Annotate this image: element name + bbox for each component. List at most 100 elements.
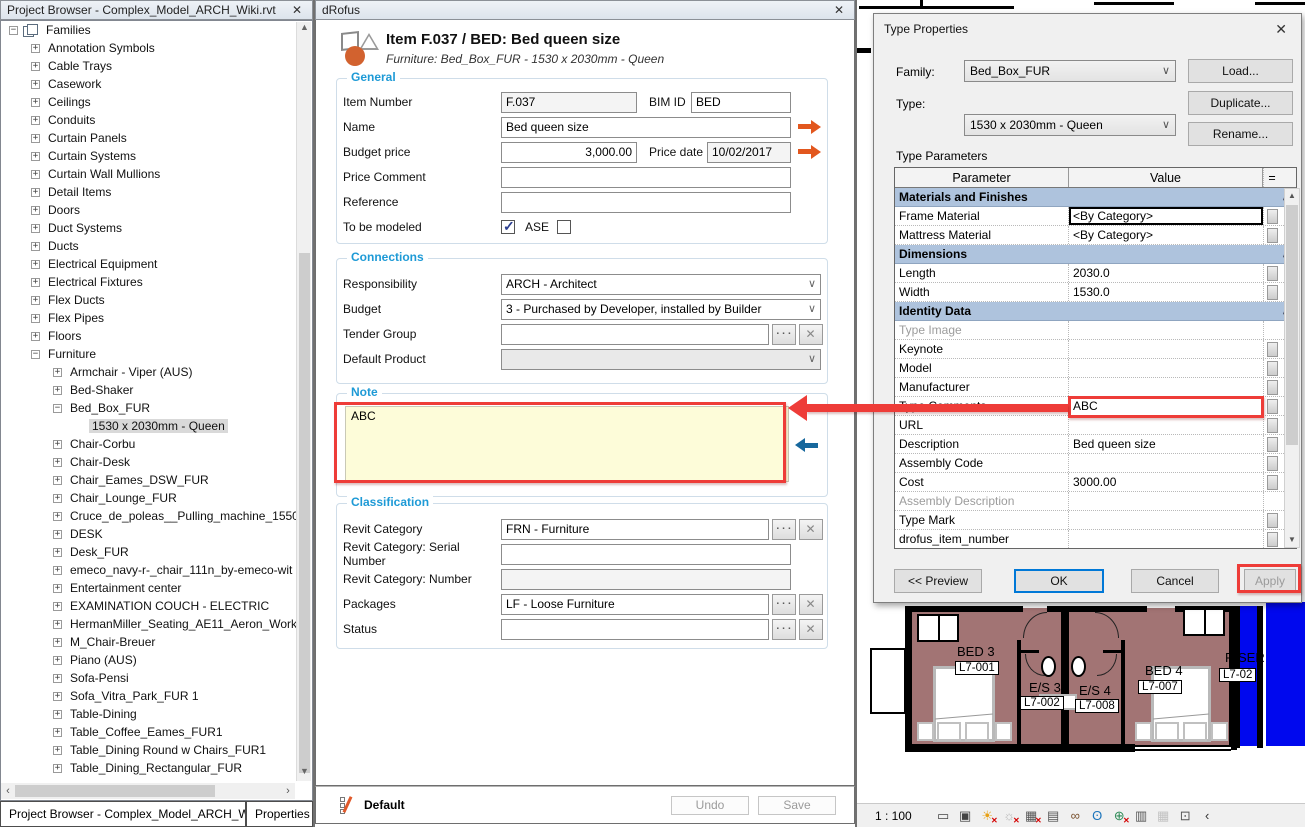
parameter-value[interactable]: Bed queen size [1069,435,1263,453]
scrollbar-thumb[interactable] [15,785,215,797]
tree-item-label[interactable]: Cable Trays [45,59,115,73]
parameter-value[interactable] [1069,340,1263,358]
status-browse-button[interactable]: ▪ ▪ ▪ [772,619,796,640]
budget-price-field[interactable]: 3,000.00 [501,142,637,163]
associate-parameter-button[interactable] [1267,456,1278,471]
parameter-value[interactable] [1069,454,1263,472]
tree-item-label[interactable]: M_Chair-Breuer [67,635,158,649]
expand-icon[interactable]: + [31,314,40,323]
parameter-group-row[interactable]: Dimensions∧∧ [895,245,1296,264]
displacement-sets-icon[interactable]: ▥ [1132,807,1151,825]
expand-icon[interactable]: + [31,224,40,233]
scrollbar-thumb[interactable] [1286,205,1298,445]
expand-icon[interactable]: + [53,386,62,395]
tree-item[interactable]: +M_Chair-Breuer [1,633,312,651]
expand-icon[interactable]: + [53,746,62,755]
tree-item-label[interactable]: Curtain Panels [45,131,130,145]
tree-item-label[interactable]: Table_Dining_Rectangular_FUR [67,761,245,775]
tree-item-label[interactable]: Electrical Fixtures [45,275,146,289]
tree-item-label[interactable]: Table-Dining [67,707,140,721]
parameter-value[interactable]: <By Category> [1069,207,1263,225]
tree-item-label[interactable]: Chair_Eames_DSW_FUR [67,473,212,487]
packages-field[interactable]: LF - Loose Furniture [501,594,769,615]
duplicate-button[interactable]: Duplicate... [1188,91,1293,115]
room-tag[interactable]: L7-002 [1020,696,1064,710]
tree-item-label[interactable]: Sofa-Pensi [67,671,132,685]
scroll-up-icon[interactable]: ▲ [1285,189,1299,203]
category-number-field[interactable] [501,569,791,590]
drofus-close-icon[interactable]: ✕ [830,3,848,17]
expand-icon[interactable]: + [53,368,62,377]
tree-item[interactable]: +Annotation Symbols [1,39,312,57]
scrollbar-thumb[interactable] [299,253,310,773]
expand-icon[interactable]: + [53,494,62,503]
expand-icon[interactable]: + [53,674,62,683]
parameter-value[interactable]: 1530.0 [1069,283,1263,301]
undo-button[interactable]: Undo [671,796,749,815]
tree-item[interactable]: +EXAMINATION COUCH - ELECTRIC [1,597,312,615]
tree-item-label[interactable]: Piano (AUS) [67,653,140,667]
collapse-icon[interactable]: − [31,350,40,359]
expand-icon[interactable]: + [53,710,62,719]
parameter-value[interactable] [1069,378,1263,396]
expand-icon[interactable]: + [53,512,62,521]
expand-icon[interactable]: + [31,80,40,89]
tree-item-label[interactable]: Table_Dining Round w Chairs_FUR1 [67,743,269,757]
tree-item-label[interactable]: Chair-Desk [67,455,133,469]
parameter-value[interactable] [1069,511,1263,529]
tree-item-label[interactable]: Doors [45,203,83,217]
name-field[interactable]: Bed queen size [501,117,791,138]
tree-item[interactable]: +Curtain Wall Mullions [1,165,312,183]
parameter-value[interactable] [1069,492,1263,510]
associate-parameter-button[interactable] [1267,513,1278,528]
column-value[interactable]: Value [1069,168,1263,187]
tree-item-label[interactable]: Casework [45,77,104,91]
tree-item-label[interactable]: Curtain Wall Mullions [45,167,163,181]
expand-icon[interactable]: + [31,332,40,341]
parameter-value[interactable]: 3000.00 [1069,473,1263,491]
tree-item-label[interactable]: Detail Items [45,185,114,199]
reveal-constraints-icon[interactable]: ⊡ [1176,807,1195,825]
price-date-field[interactable]: 10/02/2017 [707,142,791,163]
tender-group-field[interactable] [501,324,769,345]
tree-item[interactable]: +Table_Coffee_Eames_FUR1 [1,723,312,741]
visual-style-icon[interactable]: ▣ [956,807,975,825]
scroll-up-icon[interactable]: ▲ [297,22,312,37]
associate-parameter-button[interactable] [1267,399,1278,414]
tree-item-label[interactable]: Electrical Equipment [45,257,160,271]
reference-field[interactable] [501,192,791,213]
parameter-value[interactable] [1069,416,1263,434]
expand-icon[interactable]: + [53,548,62,557]
associate-parameter-button[interactable] [1267,361,1278,376]
tree-item[interactable]: +Entertainment center [1,579,312,597]
tree-item-label[interactable]: Cruce_de_poleas__Pulling_machine_1550 [67,509,302,523]
tree-item[interactable]: +Piano (AUS) [1,651,312,669]
tree-item-label[interactable]: DESK [67,527,106,541]
expand-icon[interactable]: + [31,98,40,107]
tree-item[interactable]: +Chair-Desk [1,453,312,471]
status-field[interactable] [501,619,769,640]
expand-icon[interactable]: + [53,620,62,629]
expand-icon[interactable]: + [31,242,40,251]
collapse-icon[interactable]: − [53,404,62,413]
tree-item[interactable]: +Chair-Corbu [1,435,312,453]
tree-item-label[interactable]: Flex Ducts [45,293,108,307]
tree-item[interactable]: +HermanMiller_Seating_AE11_Aeron_Work [1,615,312,633]
status-clear-button[interactable]: ✕ [799,619,823,640]
tree-item[interactable]: + Casework [1,75,312,93]
tree-item-label[interactable]: Floors [45,329,84,343]
tree-item[interactable]: +Curtain Panels [1,129,312,147]
cancel-button[interactable]: Cancel [1131,569,1219,593]
tree-item-label[interactable]: Chair_Lounge_FUR [67,491,180,505]
type-select[interactable]: 1530 x 2030mm - Queen∨ [964,114,1176,136]
tree-item[interactable]: + Chair_Lounge_FUR [1,489,312,507]
packages-clear-button[interactable]: ✕ [799,594,823,615]
tree-item-label[interactable]: Curtain Systems [45,149,139,163]
revit-category-clear-button[interactable]: ✕ [799,519,823,540]
tree-item-label[interactable]: Desk_FUR [67,545,132,559]
tree-item-label[interactable]: Annotation Symbols [45,41,158,55]
expand-icon[interactable]: + [31,296,40,305]
collapse-icon[interactable]: − [9,26,18,35]
ase-checkbox[interactable] [557,220,571,234]
ok-button[interactable]: OK [1014,569,1104,593]
